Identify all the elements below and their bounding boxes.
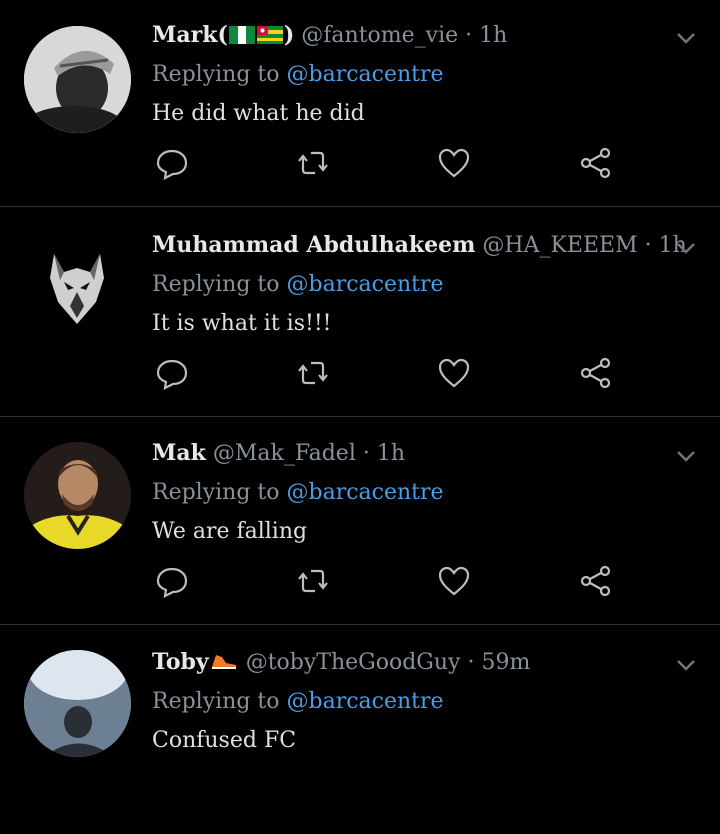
retweet-icon[interactable]	[293, 143, 333, 183]
avatar[interactable]	[24, 442, 131, 549]
nigeria-flag-icon	[228, 25, 255, 44]
togo-flag-icon	[256, 25, 283, 44]
tweet-header: Toby @tobyTheGoodGuy · 59m	[152, 649, 530, 675]
like-icon[interactable]	[434, 143, 474, 183]
handle[interactable]: @HA_KEEEM	[482, 233, 637, 258]
separator-dot: ·	[465, 23, 473, 48]
display-name[interactable]: Muhammad Abdulhakeem	[152, 232, 475, 258]
tweet-text: It is what it is!!!	[152, 311, 332, 336]
mention-link[interactable]: @barcacentre	[287, 480, 444, 505]
separator-dot: ·	[644, 233, 652, 258]
mention-link[interactable]: @barcacentre	[287, 689, 444, 714]
handle[interactable]: @Mak_Fadel	[213, 441, 356, 466]
tweet[interactable]: Mak @Mak_Fadel · 1h Replying to @barcace…	[0, 418, 720, 625]
tweet-text: He did what he did	[152, 101, 365, 126]
orange-sneaker-emoji-icon	[210, 651, 238, 669]
mention-link[interactable]: @barcacentre	[287, 62, 444, 87]
replying-to-label: Replying to	[152, 480, 280, 505]
action-bar	[0, 561, 720, 601]
handle[interactable]: @fantome_vie	[301, 23, 458, 48]
display-name-suffix: )	[283, 22, 295, 48]
avatar[interactable]	[24, 232, 131, 339]
display-name[interactable]: Toby	[152, 649, 209, 675]
tweet[interactable]: Mark() @fantome_vie · 1h Replying to @ba…	[0, 0, 720, 207]
separator-dot: ·	[467, 650, 475, 675]
chevron-down-icon[interactable]	[672, 236, 700, 260]
like-icon[interactable]	[434, 561, 474, 601]
reply-icon[interactable]	[152, 143, 192, 183]
replying-to: Replying to @barcacentre	[152, 480, 444, 505]
retweet-icon[interactable]	[293, 561, 333, 601]
chevron-down-icon[interactable]	[672, 26, 700, 50]
separator-dot: ·	[362, 441, 370, 466]
tweet-text: Confused FC	[152, 728, 297, 753]
avatar[interactable]	[24, 650, 131, 757]
reply-icon[interactable]	[152, 561, 192, 601]
share-icon[interactable]	[576, 143, 616, 183]
like-icon[interactable]	[434, 353, 474, 393]
replying-to-label: Replying to	[152, 689, 280, 714]
chevron-down-icon[interactable]	[672, 653, 700, 677]
replying-to: Replying to @barcacentre	[152, 689, 444, 714]
replying-to: Replying to @barcacentre	[152, 272, 444, 297]
display-name[interactable]: Mark(	[152, 22, 228, 48]
mention-link[interactable]: @barcacentre	[287, 272, 444, 297]
timestamp[interactable]: 1h	[377, 441, 405, 466]
reply-icon[interactable]	[152, 353, 192, 393]
retweet-icon[interactable]	[293, 353, 333, 393]
action-bar	[0, 143, 720, 183]
tweet-header: Mark() @fantome_vie · 1h	[152, 22, 507, 48]
share-icon[interactable]	[576, 561, 616, 601]
tweet[interactable]: Muhammad Abdulhakeem @HA_KEEEM · 1h Repl…	[0, 210, 720, 417]
avatar[interactable]	[24, 26, 131, 133]
timestamp[interactable]: 59m	[481, 650, 530, 675]
replying-to-label: Replying to	[152, 272, 280, 297]
timestamp[interactable]: 1h	[479, 23, 507, 48]
chevron-down-icon[interactable]	[672, 444, 700, 468]
tweet-header: Mak @Mak_Fadel · 1h	[152, 440, 405, 466]
tweet[interactable]: Toby @tobyTheGoodGuy · 59m Replying to @…	[0, 627, 720, 834]
replying-to-label: Replying to	[152, 62, 280, 87]
display-name[interactable]: Mak	[152, 440, 206, 466]
tweet-header: Muhammad Abdulhakeem @HA_KEEEM · 1h	[152, 232, 687, 258]
handle[interactable]: @tobyTheGoodGuy	[246, 650, 461, 675]
replying-to: Replying to @barcacentre	[152, 62, 444, 87]
tweet-text: We are falling	[152, 519, 308, 544]
action-bar	[0, 353, 720, 393]
share-icon[interactable]	[576, 353, 616, 393]
